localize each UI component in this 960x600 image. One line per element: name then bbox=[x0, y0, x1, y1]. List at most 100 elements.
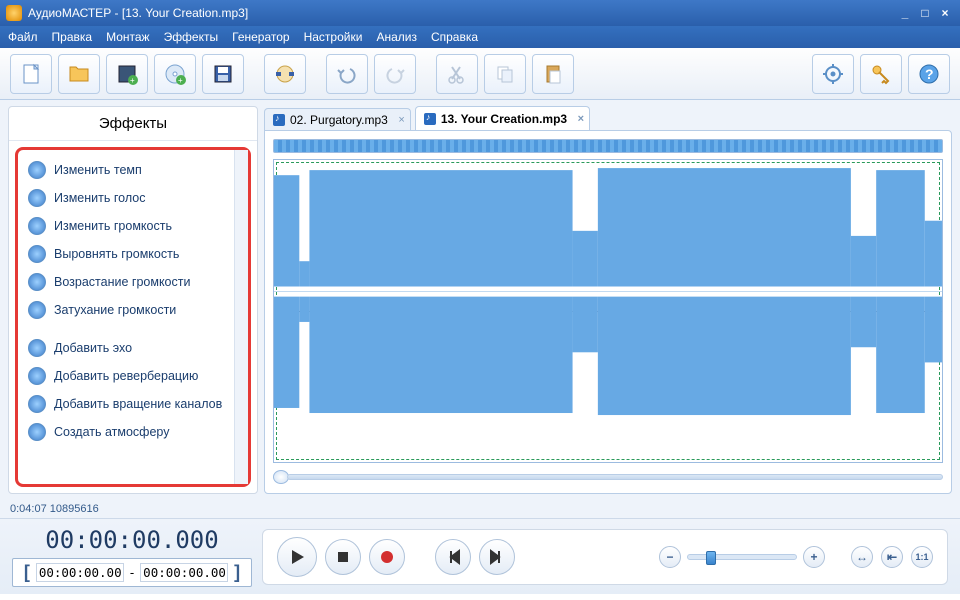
next-button[interactable] bbox=[479, 539, 515, 575]
open-file-button[interactable] bbox=[58, 54, 100, 94]
audio-file-icon bbox=[424, 113, 436, 125]
record-button[interactable] bbox=[369, 539, 405, 575]
effects-list: Изменить темп Изменить голос Изменить гр… bbox=[18, 150, 234, 484]
tab-your-creation[interactable]: 13. Your Creation.mp3 × bbox=[415, 106, 590, 130]
fx-add-echo[interactable]: Добавить эхо bbox=[20, 334, 232, 362]
effects-highlight-box: Изменить темп Изменить голос Изменить гр… bbox=[15, 147, 251, 487]
fx-change-volume[interactable]: Изменить громкость bbox=[20, 212, 232, 240]
menu-analysis[interactable]: Анализ bbox=[376, 30, 417, 44]
editor-main: 02. Purgatory.mp3 × 13. Your Creation.mp… bbox=[264, 106, 952, 494]
help-button[interactable]: ? bbox=[908, 54, 950, 94]
speaker-icon bbox=[28, 217, 46, 235]
wave-editor bbox=[264, 130, 952, 494]
svg-text:+: + bbox=[130, 76, 135, 85]
effects-sidebar: Эффекты Изменить темп Изменить голос Изм… bbox=[8, 106, 258, 494]
fit-horizontal-button[interactable]: ↔ bbox=[851, 546, 873, 568]
fx-atmosphere[interactable]: Создать атмосферу bbox=[20, 418, 232, 446]
status-text: 0:04:07 10895616 bbox=[10, 503, 99, 515]
fx-label: Возрастание громкости bbox=[54, 275, 190, 289]
transport-controls: − + ↔ ⇤ 1:1 bbox=[262, 529, 948, 585]
app-icon bbox=[6, 5, 22, 21]
fit-selection-button[interactable]: ⇤ bbox=[881, 546, 903, 568]
tab-close-icon[interactable]: × bbox=[578, 113, 584, 125]
join-files-button[interactable] bbox=[264, 54, 306, 94]
cut-button[interactable] bbox=[436, 54, 478, 94]
sidebar-title: Эффекты bbox=[9, 107, 257, 141]
scroll-track[interactable] bbox=[287, 474, 943, 480]
menu-edit[interactable]: Правка bbox=[52, 30, 93, 44]
zoom-1to1-button[interactable]: 1:1 bbox=[911, 546, 933, 568]
audio-file-icon bbox=[273, 114, 285, 126]
menu-montage[interactable]: Монтаж bbox=[106, 30, 150, 44]
window-title: АудиоМАСТЕР - [13. Your Creation.mp3] bbox=[28, 6, 894, 20]
fx-normalize-volume[interactable]: Выровнять громкость bbox=[20, 240, 232, 268]
fx-label: Изменить громкость bbox=[54, 219, 172, 233]
fx-label: Выровнять громкость bbox=[54, 247, 179, 261]
fx-fade-in[interactable]: Возрастание громкости bbox=[20, 268, 232, 296]
fx-add-reverb[interactable]: Добавить реверберацию bbox=[20, 362, 232, 390]
fx-label: Создать атмосферу bbox=[54, 425, 169, 439]
fx-label: Добавить вращение каналов bbox=[54, 397, 222, 411]
redo-button[interactable] bbox=[374, 54, 416, 94]
tab-label: 02. Purgatory.mp3 bbox=[290, 113, 388, 127]
zoom-in-button[interactable]: + bbox=[803, 546, 825, 568]
effects-scrollbar[interactable] bbox=[234, 150, 248, 484]
selection-start-input[interactable] bbox=[36, 563, 124, 582]
minimize-button[interactable]: _ bbox=[896, 5, 914, 21]
equalizer-icon bbox=[28, 245, 46, 263]
close-button[interactable]: × bbox=[936, 5, 954, 21]
fx-change-voice[interactable]: Изменить голос bbox=[20, 184, 232, 212]
status-bar: 0:04:07 10895616 bbox=[0, 500, 960, 518]
overview-strip[interactable] bbox=[273, 139, 943, 153]
reverb-icon bbox=[28, 367, 46, 385]
fx-fade-out[interactable]: Затухание громкости bbox=[20, 296, 232, 324]
keys-button[interactable] bbox=[860, 54, 902, 94]
zoom-knob[interactable] bbox=[706, 551, 716, 565]
save-button[interactable] bbox=[202, 54, 244, 94]
waveform-svg bbox=[274, 160, 942, 423]
zoom-out-button[interactable]: − bbox=[659, 546, 681, 568]
menu-bar: Файл Правка Монтаж Эффекты Генератор Нас… bbox=[0, 26, 960, 48]
tab-bar: 02. Purgatory.mp3 × 13. Your Creation.mp… bbox=[264, 106, 952, 130]
svg-text:+: + bbox=[178, 76, 183, 85]
stop-button[interactable] bbox=[325, 539, 361, 575]
play-button[interactable] bbox=[277, 537, 317, 577]
selection-end-input[interactable] bbox=[140, 563, 228, 582]
fx-change-tempo[interactable]: Изменить темп bbox=[20, 156, 232, 184]
maximize-button[interactable]: □ bbox=[916, 5, 934, 21]
bracket-open: [ bbox=[24, 562, 30, 583]
waveform-display[interactable] bbox=[273, 159, 943, 463]
tab-close-icon[interactable]: × bbox=[398, 114, 404, 126]
new-file-button[interactable] bbox=[10, 54, 52, 94]
time-block: 00:00:00.000 [ - ] bbox=[12, 526, 252, 587]
zoom-controls: − + bbox=[659, 546, 825, 568]
prev-button[interactable] bbox=[435, 539, 471, 575]
menu-settings[interactable]: Настройки bbox=[304, 30, 363, 44]
settings-button[interactable] bbox=[812, 54, 854, 94]
copy-button[interactable] bbox=[484, 54, 526, 94]
horizontal-scrollbar[interactable] bbox=[273, 469, 943, 485]
fx-label: Добавить эхо bbox=[54, 341, 132, 355]
sparkle-icon bbox=[28, 423, 46, 441]
fx-label: Изменить темп bbox=[54, 163, 142, 177]
selection-range: [ - ] bbox=[12, 558, 252, 587]
import-cd-button[interactable]: + bbox=[154, 54, 196, 94]
fx-label: Добавить реверберацию bbox=[54, 369, 198, 383]
bracket-close: ] bbox=[234, 562, 240, 583]
fx-label: Изменить голос bbox=[54, 191, 145, 205]
fadein-icon bbox=[28, 273, 46, 291]
bottom-bar: 00:00:00.000 [ - ] − + ↔ ⇤ 1:1 bbox=[0, 518, 960, 594]
menu-help[interactable]: Справка bbox=[431, 30, 478, 44]
title-bar: АудиоМАСТЕР - [13. Your Creation.mp3] _ … bbox=[0, 0, 960, 26]
menu-file[interactable]: Файл bbox=[8, 30, 38, 44]
menu-generator[interactable]: Генератор bbox=[232, 30, 289, 44]
undo-button[interactable] bbox=[326, 54, 368, 94]
paste-button[interactable] bbox=[532, 54, 574, 94]
fx-label: Затухание громкости bbox=[54, 303, 176, 317]
tab-purgatory[interactable]: 02. Purgatory.mp3 × bbox=[264, 108, 411, 130]
fx-channel-rotation[interactable]: Добавить вращение каналов bbox=[20, 390, 232, 418]
menu-effects[interactable]: Эффекты bbox=[164, 30, 219, 44]
zoom-slider[interactable] bbox=[687, 554, 797, 560]
fadeout-icon bbox=[28, 301, 46, 319]
import-video-button[interactable]: + bbox=[106, 54, 148, 94]
